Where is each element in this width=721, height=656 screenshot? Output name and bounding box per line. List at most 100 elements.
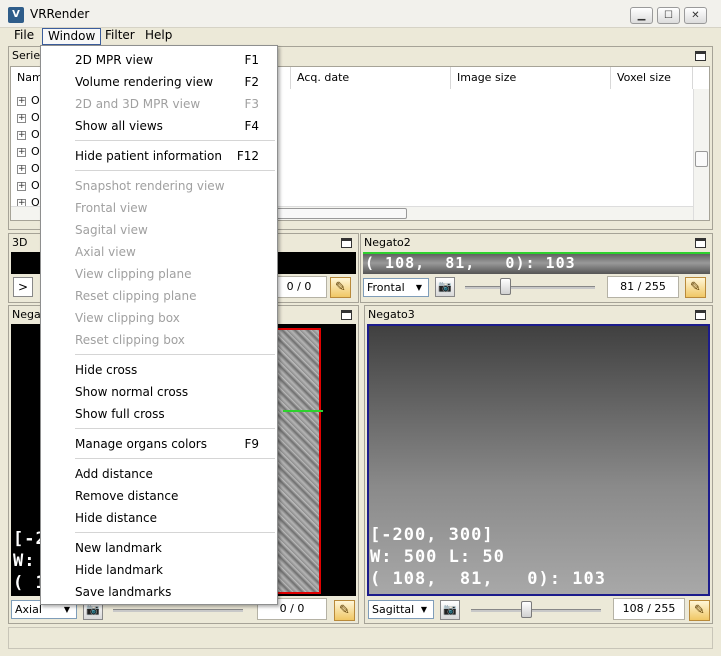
negato3-line2: W: 500 L: 50	[370, 547, 505, 567]
tool-icon[interactable]: ✎	[685, 277, 706, 298]
table-row[interactable]: + O	[17, 143, 40, 160]
menu-item: Axial view	[75, 241, 275, 263]
menu-item[interactable]: Hide distance	[75, 507, 275, 529]
tool-icon[interactable]: ✎	[330, 277, 351, 298]
row-label: O	[31, 94, 40, 107]
menu-item[interactable]: Show all views F4	[75, 115, 275, 137]
column-voxel-size[interactable]: Voxel size	[611, 67, 693, 89]
close-button[interactable]: ✕	[684, 7, 707, 24]
menu-item-label: Show all views	[75, 119, 163, 133]
menu-item[interactable]: Hide landmark	[75, 559, 275, 581]
row-label: O	[31, 179, 40, 192]
slider-knob[interactable]	[500, 278, 512, 295]
menu-item-label: Hide landmark	[75, 563, 164, 577]
menu-separator	[75, 532, 275, 533]
expand-icon[interactable]: +	[17, 181, 26, 191]
title-bar: V VRRender ▁ ☐ ✕	[0, 0, 721, 28]
menu-item: 2D and 3D MPR view F3	[75, 93, 275, 115]
table-row[interactable]: + O	[17, 177, 40, 194]
menu-item-shortcut: F4	[244, 119, 259, 133]
window-menu-dropdown: 2D MPR view F1 Volume rendering view F2 2D a…	[40, 45, 278, 605]
scrollbar-thumb[interactable]	[695, 151, 708, 167]
menu-item: Sagital view	[75, 219, 275, 241]
menu-item[interactable]: Save landmarks	[75, 581, 275, 603]
negato1-slider[interactable]	[113, 609, 243, 612]
menu-item-label: View clipping plane	[75, 267, 192, 281]
menu-separator	[75, 458, 275, 459]
menu-item-label: Show normal cross	[75, 385, 189, 399]
menu-filter[interactable]: Filter	[100, 28, 140, 45]
menu-separator	[75, 140, 275, 141]
negato3-canvas[interactable]: [-200, 300] W: 500 L: 50 ( 108, 81, 0): …	[367, 324, 710, 596]
column-acq-date[interactable]: Acq. date	[291, 67, 451, 89]
maximize-button[interactable]: ☐	[657, 7, 680, 24]
menu-item[interactable]: Volume rendering view F2	[75, 71, 275, 93]
negato2-slider[interactable]	[465, 286, 595, 289]
camera-icon[interactable]: 📷	[435, 277, 455, 297]
menu-item-label: Manage organs colors	[75, 437, 207, 451]
table-row[interactable]: + O	[17, 160, 40, 177]
menu-separator	[75, 428, 275, 429]
minimize-button[interactable]: ▁	[630, 7, 653, 24]
table-row[interactable]: + O	[17, 92, 40, 109]
play-button[interactable]: >	[13, 277, 33, 297]
menu-item-label: Snapshot rendering view	[75, 179, 225, 193]
menu-item-label: Hide patient information	[75, 149, 222, 163]
row-label: O	[31, 111, 40, 124]
menu-item[interactable]: Manage organs colors F9	[75, 433, 275, 455]
tool-icon[interactable]: ✎	[689, 600, 710, 621]
menu-item[interactable]: Remove distance	[75, 485, 275, 507]
menu-item[interactable]: New landmark	[75, 537, 275, 559]
float-icon[interactable]	[695, 238, 706, 248]
menu-help[interactable]: Help	[140, 28, 177, 45]
row-label: O	[31, 145, 40, 158]
menu-item[interactable]: Show normal cross	[75, 381, 275, 403]
column-image-size[interactable]: Image size	[451, 67, 611, 89]
expand-icon[interactable]: +	[17, 130, 26, 140]
negato2-coord: ( 108, 81, 0): 103	[365, 254, 576, 272]
float-icon[interactable]	[341, 238, 352, 248]
menu-item-label: Frontal view	[75, 201, 148, 215]
crosshair-line	[283, 410, 323, 412]
menu-item-label: Hide distance	[75, 511, 158, 525]
menu-item[interactable]: 2D MPR view F1	[75, 49, 275, 71]
table-row[interactable]: + O	[17, 109, 40, 126]
expand-icon[interactable]: +	[17, 164, 26, 174]
menu-item-label: Save landmarks	[75, 585, 172, 599]
tool-icon[interactable]: ✎	[334, 600, 355, 621]
expand-icon[interactable]: +	[17, 147, 26, 157]
menu-item: Reset clipping box	[75, 329, 275, 351]
view3d-counter: 0 / 0	[271, 276, 327, 298]
expand-icon[interactable]: +	[17, 96, 26, 106]
menu-item[interactable]: Show full cross	[75, 403, 275, 425]
orientation-value: Sagittal	[372, 603, 415, 616]
float-icon[interactable]	[695, 310, 706, 320]
menu-item[interactable]: Hide cross	[75, 359, 275, 381]
table-row[interactable]: + O	[17, 126, 40, 143]
menu-item-label: Reset clipping box	[75, 333, 185, 347]
negato3-slider[interactable]	[471, 609, 601, 612]
menu-window[interactable]: Window	[42, 28, 102, 45]
negato2-canvas[interactable]: ( 108, 81, 0): 103	[363, 252, 710, 274]
menu-file[interactable]: File	[9, 28, 39, 45]
float-icon[interactable]	[695, 51, 706, 61]
menu-item: Snapshot rendering view	[75, 175, 275, 197]
float-icon[interactable]	[341, 310, 352, 320]
row-label: O	[31, 128, 40, 141]
slider-knob[interactable]	[520, 601, 532, 618]
negato2-orientation-select[interactable]: Frontal ▼	[363, 278, 429, 297]
window-title: VRRender	[30, 7, 90, 21]
menu-item[interactable]: Add distance	[75, 463, 275, 485]
status-bar	[8, 627, 713, 649]
menu-item-label: View clipping box	[75, 311, 180, 325]
camera-icon[interactable]: 📷	[440, 600, 460, 620]
negato3-orientation-select[interactable]: Sagittal ▼	[368, 600, 434, 619]
vertical-scrollbar[interactable]	[693, 89, 709, 220]
menu-bar: File Window Filter Help	[0, 28, 721, 45]
menu-item-label: Hide cross	[75, 363, 138, 377]
menu-item-label: Sagital view	[75, 223, 148, 237]
row-label: O	[31, 162, 40, 175]
menu-item-label: Show full cross	[75, 407, 165, 421]
expand-icon[interactable]: +	[17, 113, 26, 123]
menu-item[interactable]: Hide patient information F12	[75, 145, 275, 167]
